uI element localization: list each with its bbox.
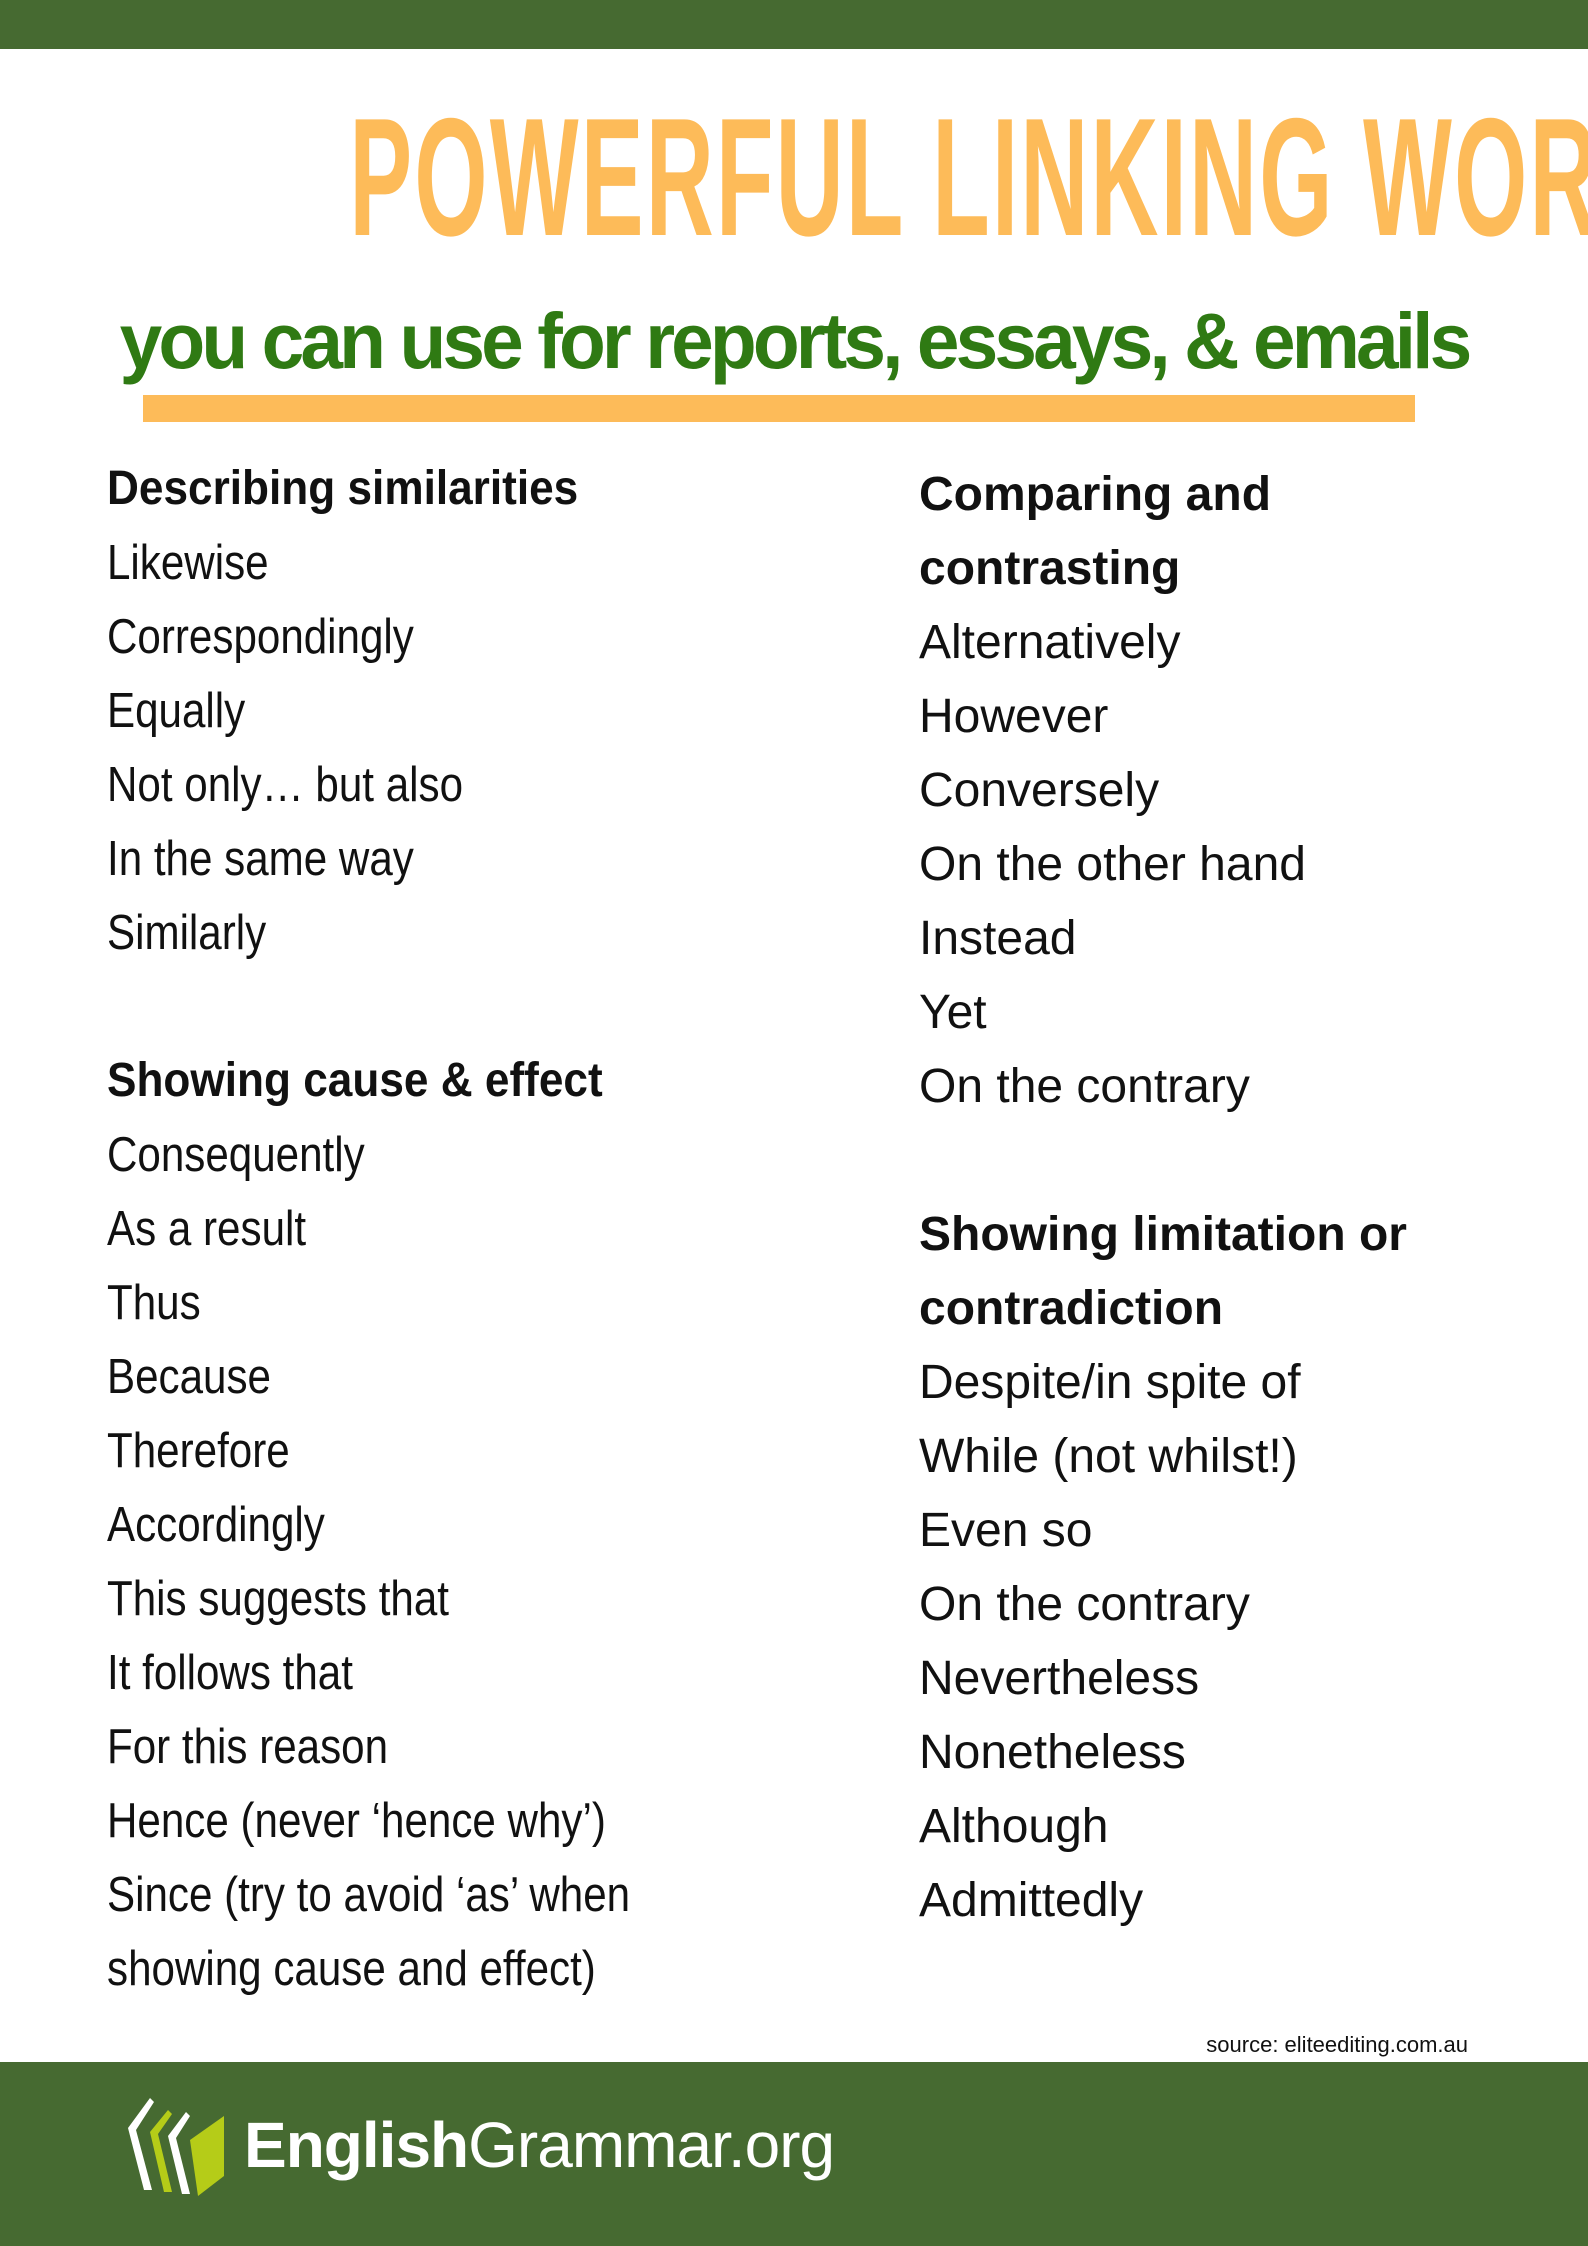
list-item: Nonetheless	[919, 1726, 1186, 1779]
list-item: Since (try to avoid ‘as’ when	[107, 1868, 631, 1922]
list-item: It follows that	[107, 1646, 353, 1700]
list-item: Equally	[107, 684, 246, 738]
logo-text-light: Grammar.org	[468, 2109, 835, 2181]
list-item: showing cause and effect)	[107, 1942, 596, 1996]
list-item: However	[919, 690, 1109, 743]
list-item: Accordingly	[107, 1498, 325, 1552]
list-item: Despite/in spite of	[919, 1356, 1301, 1409]
left-column: Describing similarities Likewise Corresp…	[107, 452, 867, 2080]
logo-text: EnglishGrammar.org	[244, 2105, 835, 2185]
list-item: Conversely	[919, 764, 1160, 817]
books-icon	[128, 2098, 224, 2196]
section-heading: Describing similarities	[107, 462, 579, 515]
list-item: Even so	[919, 1504, 1093, 1557]
top-bar	[0, 0, 1588, 49]
list-item: On the contrary	[919, 1578, 1250, 1631]
section-heading: Showing limitation or	[919, 1208, 1407, 1261]
list-item: Although	[919, 1800, 1109, 1853]
list-item: On the other hand	[919, 838, 1306, 891]
list-item: Thus	[107, 1276, 201, 1330]
logo[interactable]: EnglishGrammar.org	[120, 2085, 835, 2205]
section-heading: contradiction	[919, 1282, 1224, 1335]
list-item: On the contrary	[919, 1060, 1250, 1113]
logo-text-bold: English	[244, 2109, 469, 2181]
title-underline	[143, 395, 1415, 422]
list-item: Admittedly	[919, 1874, 1144, 1927]
page-subtitle: you can use for reports, essays, & email…	[119, 296, 1473, 385]
section-heading: Showing cause & effect	[107, 1054, 603, 1107]
list-item: Hence (never ‘hence why’)	[107, 1794, 606, 1848]
list-item: Because	[107, 1350, 272, 1404]
list-item: For this reason	[107, 1720, 389, 1774]
list-item: Yet	[919, 986, 987, 1039]
section-describing-similarities: Describing similarities Likewise Corresp…	[107, 452, 867, 970]
section-heading: Comparing and	[919, 468, 1272, 521]
list-item: Similarly	[107, 906, 267, 960]
section-cause-effect: Showing cause & effect Consequently As a…	[107, 1044, 867, 2006]
list-item: Instead	[919, 912, 1077, 965]
list-item: Correspondingly	[107, 610, 414, 664]
list-item: Likewise	[107, 536, 269, 590]
list-item: Therefore	[107, 1424, 290, 1478]
list-item: This suggests that	[107, 1572, 449, 1626]
list-item: Alternatively	[919, 616, 1181, 669]
section-heading: contrasting	[919, 542, 1181, 595]
list-item: Consequently	[107, 1128, 365, 1182]
list-item: As a result	[107, 1202, 307, 1256]
list-item: While (not whilst!)	[919, 1430, 1298, 1483]
list-item: Not only… but also	[107, 758, 464, 812]
source-credit: source: eliteediting.com.au	[1206, 2032, 1468, 2057]
list-item: Nevertheless	[919, 1652, 1200, 1705]
list-item: In the same way	[107, 832, 414, 886]
page-title: POWERFUL LINKING WORDS	[349, 83, 1588, 271]
section-limitation-contradiction: Showing limitation or contradiction Desp…	[919, 1198, 1559, 1938]
right-column: Comparing and contrasting Alternatively …	[919, 458, 1559, 2012]
section-comparing-contrasting: Comparing and contrasting Alternatively …	[919, 458, 1559, 1124]
